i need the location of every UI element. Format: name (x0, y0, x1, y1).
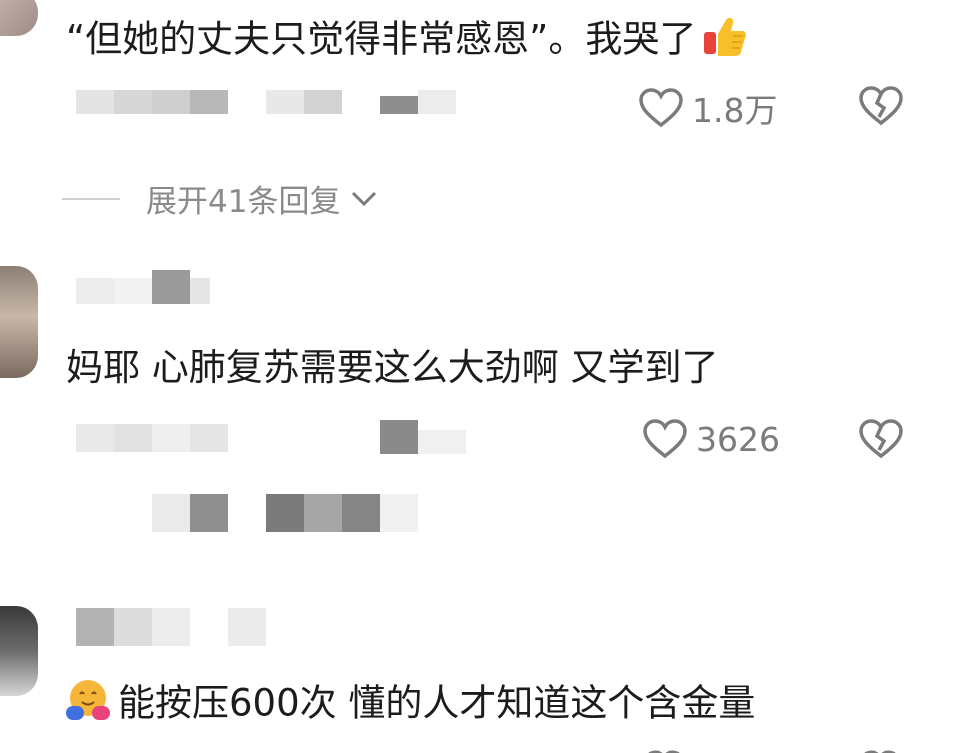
dislike-button[interactable] (858, 418, 904, 464)
like-count: 1.8万 (692, 91, 778, 130)
heart-outline-icon (642, 418, 688, 460)
comment-text: 能按压600次 懂的人才知道这个含金量 (62, 676, 755, 734)
expand-replies-label: 展开41条回复 (146, 184, 341, 220)
expand-replies-button[interactable]: 展开41条回复 (62, 176, 378, 221)
broken-heart-icon (858, 419, 904, 464)
like-button[interactable]: 3626 (642, 418, 780, 460)
comment-text: “但她的丈夫只觉得非常感恩”。我哭了 (66, 14, 748, 68)
broken-heart-icon[interactable] (858, 744, 902, 753)
dislike-button[interactable] (858, 85, 904, 131)
chevron-down-icon (350, 181, 378, 217)
comment-text: 妈耶 心肺复苏需要这么大劲啊 又学到了 (66, 346, 719, 389)
heart-outline-icon[interactable] (642, 744, 686, 753)
thumbs-up-emoji (702, 14, 748, 68)
avatar[interactable] (0, 0, 38, 36)
like-button[interactable]: 1.8万 (638, 84, 777, 132)
hugging-face-emoji (62, 676, 114, 734)
avatar[interactable] (0, 606, 38, 696)
broken-heart-icon (858, 86, 904, 131)
heart-outline-icon (638, 87, 684, 129)
divider-line (62, 197, 120, 200)
avatar[interactable] (0, 266, 38, 378)
like-count: 3626 (696, 419, 780, 459)
